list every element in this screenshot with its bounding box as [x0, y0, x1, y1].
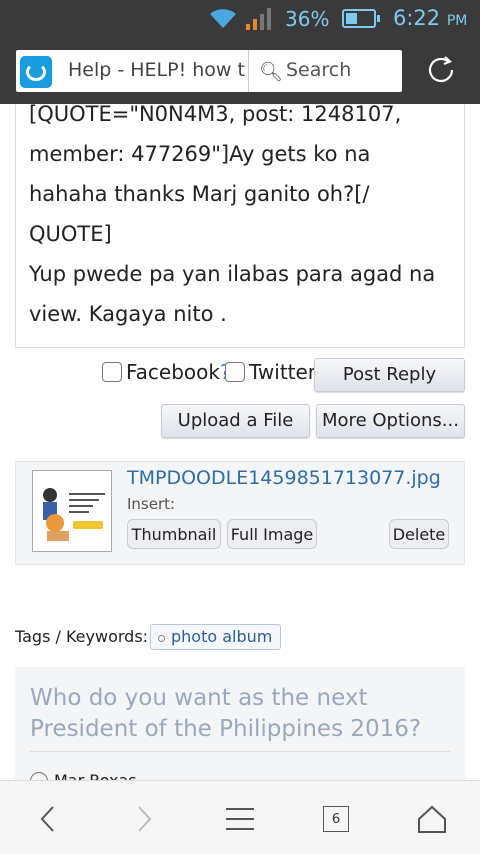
facebook-share[interactable]: Facebook? [102, 360, 231, 384]
twitter-share[interactable]: Twitter [225, 360, 316, 384]
poll-block: Who do you want as the next President of… [15, 667, 465, 780]
address-bar[interactable]: Help - HELP! how t 🔍︎ Search [16, 50, 402, 92]
post-line: view. Kagaya nito . [29, 302, 227, 326]
page-title-text[interactable]: Help - HELP! how t [68, 59, 246, 81]
upload-file-button[interactable]: Upload a File [161, 404, 310, 438]
home-button[interactable] [412, 799, 452, 839]
reload-icon[interactable] [424, 53, 458, 87]
tags-label: Tags / Keywords: [15, 627, 149, 646]
menu-icon [226, 808, 254, 830]
poll-option[interactable]: Mar Roxas [30, 771, 137, 780]
clock: 6:22 PM [393, 6, 468, 30]
poll-question: Who do you want as the next President of… [30, 685, 422, 742]
post-line: member: 477269"]Ay gets ko na [29, 142, 371, 166]
more-options-button[interactable]: More Options... [316, 404, 465, 438]
browser-toolbar: Help - HELP! how t 🔍︎ Search [0, 38, 480, 104]
insert-label: Insert: [127, 495, 176, 513]
tab-count: 6 [323, 806, 349, 832]
status-bar: 36% 6:22 PM [0, 0, 480, 38]
post-line: Yup pwede pa yan ilabas para agad na [29, 262, 436, 286]
post-line: QUOTE] [29, 222, 112, 246]
back-button[interactable] [28, 799, 68, 839]
chevron-left-icon [40, 806, 54, 832]
home-icon [418, 805, 446, 833]
browser-logo-icon [20, 56, 52, 88]
post-line: hahaha thanks Marj ganito oh?[/ [29, 182, 370, 206]
search-icon[interactable]: 🔍︎ [259, 60, 283, 83]
signal-icon [246, 8, 271, 30]
battery-icon [342, 9, 380, 28]
twitter-checkbox[interactable] [225, 362, 245, 382]
attachment-filename[interactable]: TMPDOODLE1459851713077.jpg [127, 467, 441, 489]
post-reply-button[interactable]: Post Reply [314, 358, 465, 392]
menu-button[interactable] [220, 799, 260, 839]
post-line: [QUOTE="N0N4M3, post: 1248107, [29, 104, 402, 126]
reply-editor[interactable]: [QUOTE="N0N4M3, post: 1248107, member: 4… [15, 104, 465, 348]
poll-radio[interactable] [30, 771, 48, 780]
attachment-item: TMPDOODLE1459851713077.jpg Insert: Thumb… [15, 461, 465, 565]
delete-button[interactable]: Delete [389, 519, 449, 549]
full-image-button[interactable]: Full Image [227, 519, 317, 549]
battery-percent: 36% [285, 7, 330, 31]
tabs-button[interactable]: 6 [316, 799, 356, 839]
page-content: [QUOTE="N0N4M3, post: 1248107, member: 4… [0, 104, 480, 780]
forward-button[interactable] [124, 799, 164, 839]
wifi-icon [210, 9, 236, 29]
chevron-right-icon [138, 806, 152, 832]
tag-photo-album[interactable]: photo album [150, 624, 282, 650]
attachment-thumbnail[interactable] [32, 470, 112, 552]
browser-bottom-bar: 6 [0, 780, 480, 854]
search-button[interactable]: Search [286, 59, 351, 81]
facebook-checkbox[interactable] [102, 362, 122, 382]
thumbnail-button[interactable]: Thumbnail [127, 519, 221, 549]
